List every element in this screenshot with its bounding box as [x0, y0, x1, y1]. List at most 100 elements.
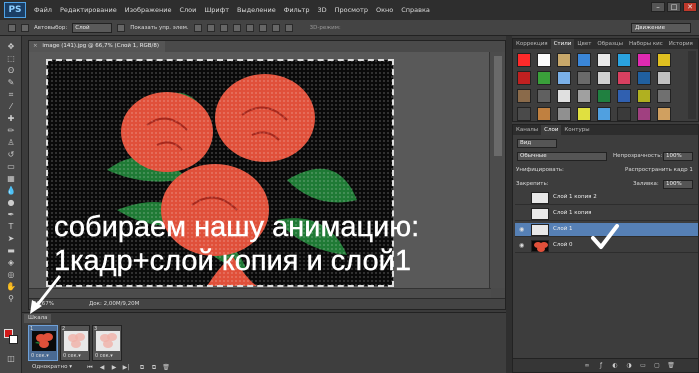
distribute-icon[interactable]	[271, 23, 280, 32]
style-swatch[interactable]	[617, 71, 631, 85]
tab-color[interactable]: Цвет	[574, 39, 594, 49]
menu-type[interactable]: Шрифт	[200, 6, 233, 14]
style-swatch[interactable]	[657, 89, 671, 103]
tab-channels[interactable]: Каналы	[513, 125, 541, 135]
3d-tool-icon[interactable]: ◈	[5, 258, 17, 267]
style-swatch[interactable]	[517, 71, 531, 85]
visibility-eye-icon[interactable]	[519, 194, 526, 201]
layer-name[interactable]: Слой 1 копия 2	[553, 194, 597, 200]
crop-tool-icon[interactable]: ⌗	[5, 90, 17, 99]
move-tool-icon[interactable]: ✥	[5, 42, 17, 51]
style-swatch[interactable]	[557, 53, 571, 67]
healing-tool-icon[interactable]: ✚	[5, 114, 17, 123]
layer-row[interactable]: Слой 1 копия	[515, 207, 698, 221]
next-frame-icon[interactable]: ▶|	[122, 364, 130, 372]
quick-select-tool-icon[interactable]: ✎	[5, 78, 17, 87]
zoom-tool-icon[interactable]: ⚲	[5, 294, 17, 303]
new-layer-icon[interactable]: ▢	[653, 362, 661, 370]
menu-help[interactable]: Справка	[397, 6, 434, 14]
frame-delay[interactable]: 0 сек.▾	[95, 353, 113, 359]
quick-mask-icon[interactable]: ◫	[5, 354, 17, 363]
align-right-icon[interactable]	[258, 23, 267, 32]
autoselect-dropdown[interactable]: Слой	[72, 22, 113, 33]
trash-icon[interactable]: 🗑	[667, 362, 675, 370]
frame-delay[interactable]: 0 сек.▾	[63, 353, 81, 359]
align-left-icon[interactable]	[232, 23, 241, 32]
style-swatch[interactable]	[537, 53, 551, 67]
style-swatch[interactable]	[577, 89, 591, 103]
style-swatch[interactable]	[637, 89, 651, 103]
hand-tool-icon[interactable]: ✋	[5, 282, 17, 291]
style-swatch[interactable]	[657, 53, 671, 67]
background-color-swatch[interactable]	[9, 335, 18, 344]
layer-name[interactable]: Слой 1	[553, 226, 573, 232]
style-swatch[interactable]	[577, 107, 591, 121]
style-swatch[interactable]	[517, 53, 531, 67]
eraser-tool-icon[interactable]: ▭	[5, 162, 17, 171]
style-swatch[interactable]	[637, 71, 651, 85]
align-top-icon[interactable]	[193, 23, 202, 32]
style-swatch[interactable]	[657, 107, 671, 121]
style-swatch[interactable]	[577, 71, 591, 85]
layer-name[interactable]: Слой 0	[553, 242, 573, 248]
align-center-icon[interactable]	[245, 23, 254, 32]
minimize-button[interactable]: –	[651, 2, 665, 12]
style-swatch[interactable]	[537, 89, 551, 103]
marquee-tool-icon[interactable]: ⬚	[5, 54, 17, 63]
prev-frame-icon[interactable]: ◀	[98, 364, 106, 372]
style-swatch[interactable]	[517, 89, 531, 103]
animation-frame[interactable]: 1 0 сек.▾	[28, 325, 58, 361]
frame-delay[interactable]: 0 сек.▾	[31, 353, 49, 359]
move-tool-icon[interactable]	[8, 23, 16, 32]
gradient-tool-icon[interactable]: ▦	[5, 174, 17, 183]
loop-dropdown[interactable]: Однократно ▾	[32, 364, 72, 370]
tween-icon[interactable]: ⧉	[138, 364, 146, 372]
menu-window[interactable]: Окно	[372, 6, 397, 14]
menu-layers[interactable]: Слои	[175, 6, 200, 14]
tab-swatches[interactable]: Образцы	[594, 39, 626, 49]
type-tool-icon[interactable]: T	[5, 222, 17, 231]
menu-3d[interactable]: 3D	[313, 6, 330, 14]
style-swatch[interactable]	[577, 53, 591, 67]
path-select-tool-icon[interactable]: ➤	[5, 234, 17, 243]
layer-name[interactable]: Слой 1 копия	[553, 210, 591, 216]
menu-edit[interactable]: Редактирование	[56, 6, 121, 14]
blur-tool-icon[interactable]: 💧	[5, 186, 17, 195]
lasso-tool-icon[interactable]: ʘ	[5, 66, 17, 75]
adjustment-icon[interactable]: ◑	[625, 362, 633, 370]
style-swatch[interactable]	[597, 107, 611, 121]
align-middle-icon[interactable]	[206, 23, 215, 32]
tab-layers[interactable]: Слои	[541, 125, 562, 135]
close-button[interactable]: ✕	[683, 2, 697, 12]
delete-frame-icon[interactable]: 🗑	[162, 364, 170, 372]
menu-filter[interactable]: Фильтр	[280, 6, 314, 14]
blend-mode-dropdown[interactable]: Обычные	[517, 152, 607, 161]
opacity-input[interactable]: 100%	[663, 152, 693, 161]
clone-stamp-tool-icon[interactable]: ♙	[5, 138, 17, 147]
style-swatch[interactable]	[537, 71, 551, 85]
tab-history[interactable]: История	[666, 39, 696, 49]
layer-row[interactable]: Слой 1 копия 2	[515, 191, 698, 205]
style-swatch[interactable]	[517, 107, 531, 121]
style-swatch[interactable]	[557, 71, 571, 85]
horizontal-scrollbar[interactable]	[29, 288, 491, 298]
style-swatch[interactable]	[557, 107, 571, 121]
document-tab[interactable]: × image (141).jpg @ 66,7% (Слой 1, RGB/8…	[29, 41, 166, 52]
propagate-frame-label[interactable]: Распространить кадр 1	[625, 167, 693, 173]
pen-tool-icon[interactable]: ✒	[5, 210, 17, 219]
menu-select[interactable]: Выделение	[233, 6, 280, 14]
shape-tool-icon[interactable]: ▬	[5, 246, 17, 255]
first-frame-icon[interactable]: ⏮	[86, 364, 94, 372]
visibility-eye-icon[interactable]: ◉	[519, 226, 526, 233]
style-swatch[interactable]	[617, 53, 631, 67]
style-swatch[interactable]	[637, 107, 651, 121]
tab-adjustments[interactable]: Коррекция	[513, 39, 551, 49]
layer-filter-dropdown[interactable]: Вид	[517, 139, 557, 148]
style-swatch[interactable]	[617, 89, 631, 103]
play-icon[interactable]: ▶	[110, 364, 118, 372]
tab-styles[interactable]: Стили	[550, 39, 575, 49]
3d-camera-tool-icon[interactable]: ◎	[5, 270, 17, 279]
visibility-eye-icon[interactable]: ◉	[519, 242, 526, 249]
autoselect-checkbox[interactable]	[21, 23, 29, 32]
distribute-2-icon[interactable]	[284, 23, 293, 32]
